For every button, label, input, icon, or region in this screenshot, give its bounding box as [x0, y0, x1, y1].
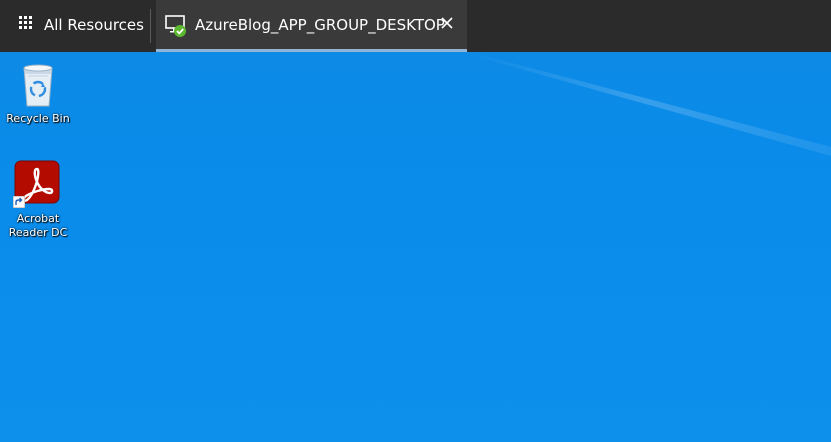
tab-azureblog-app-group-desktop[interactable]: AzureBlog_APP_GROUP_DESKTOP	[156, 0, 467, 52]
desktop-icon-recycle-bin[interactable]: Recycle Bin	[0, 62, 76, 126]
acrobat-reader-label: Acrobat Reader DC	[8, 212, 68, 239]
topbar-divider	[150, 9, 151, 43]
tab-label: AzureBlog_APP_GROUP_DESKTOP	[195, 16, 445, 34]
remote-desktop-topbar: All Resources AzureBlog_APP_GROUP_DESKTO…	[0, 0, 831, 52]
recycle-bin-label: Recycle Bin	[6, 112, 70, 125]
desktop-icon-acrobat-reader[interactable]: Acrobat Reader DC	[0, 160, 76, 240]
shortcut-arrow-icon	[13, 196, 25, 208]
remote-desktop-area[interactable]: Recycle Bin Acrobat Reader DC	[0, 52, 831, 442]
all-resources-label: All Resources	[44, 16, 144, 34]
all-resources-button[interactable]: All Resources	[0, 0, 150, 52]
monitor-connected-icon	[165, 15, 186, 37]
recycle-bin-icon	[23, 64, 53, 107]
wallpaper-light-beam	[460, 52, 831, 156]
acrobat-reader-icon	[13, 160, 61, 208]
app-launcher-grid-icon	[19, 16, 33, 30]
close-icon[interactable]	[440, 16, 454, 30]
